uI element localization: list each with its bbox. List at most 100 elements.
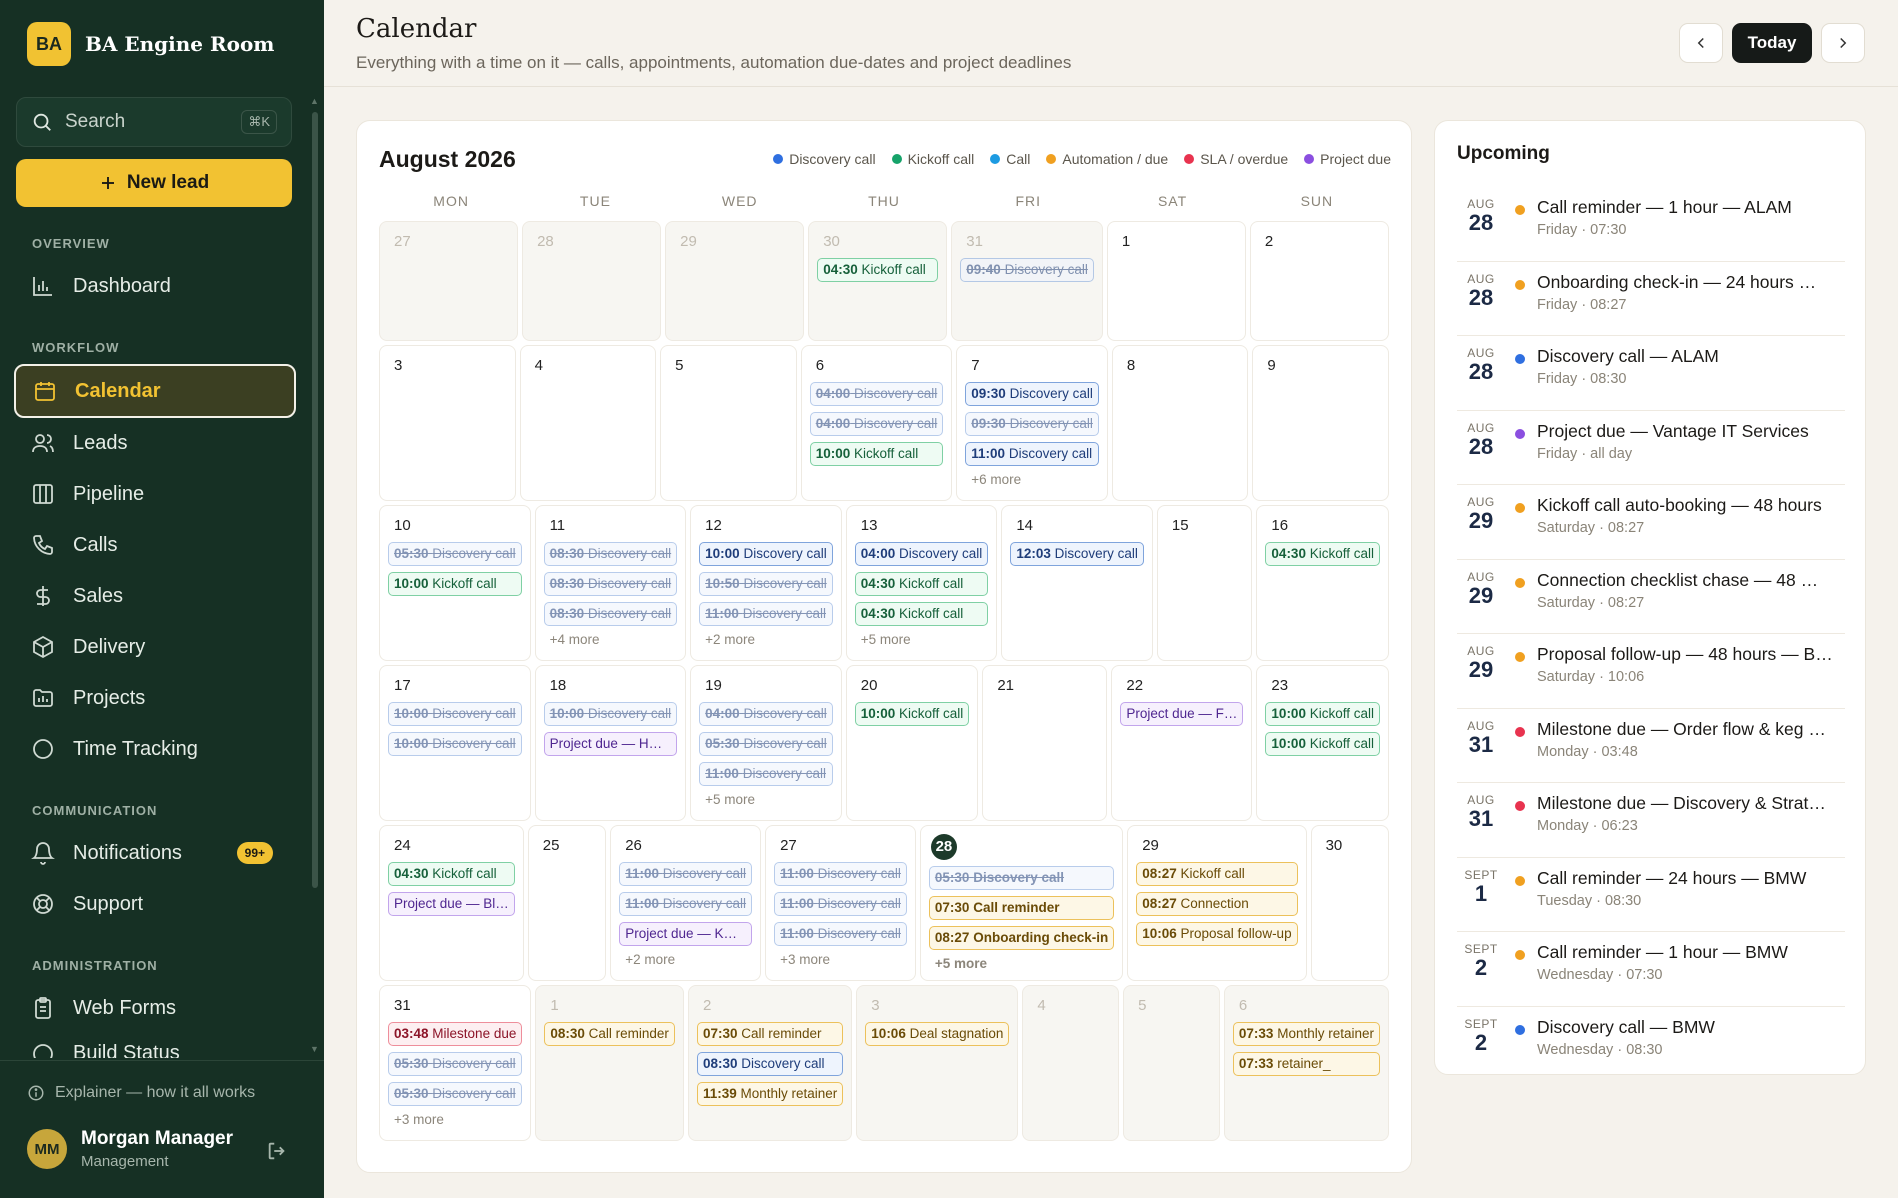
day-cell[interactable]: 16 04:30 Kickoff call [1256,505,1389,661]
scroll-up-arrow[interactable]: ▲ [310,96,319,106]
event-chip-auto[interactable]: 07:30 Call reminder [696,1022,844,1046]
upcoming-item[interactable]: AUG 31 Milestone due — Order flow & keg … [1457,709,1845,783]
event-chip-discovery[interactable]: 10:50 Discovery call [699,572,833,596]
upcoming-item[interactable]: AUG 28 Call reminder — 1 hour — ALAM Fri… [1457,187,1845,262]
event-chip-discovery[interactable]: 11:00 Discovery call [619,862,753,886]
event-chip-sla[interactable]: 03:48 Milestone due [388,1022,523,1046]
search-box[interactable]: ⌘K [16,97,292,147]
event-chip-discovery[interactable]: 05:30 Discovery call [388,1052,523,1076]
day-cell[interactable]: 5 [660,345,797,501]
event-chip-discovery[interactable]: 10:00 Discovery call [388,702,522,726]
new-lead-button[interactable]: New lead [16,159,292,207]
day-cell[interactable]: 27 [379,221,519,341]
event-chip-auto[interactable]: 08:27 Connection [1136,892,1298,916]
sidebar-item-web-forms[interactable]: Web Forms [14,983,296,1033]
event-chip-discovery[interactable]: 04:00 Discovery call [699,702,833,726]
today-button[interactable]: Today [1732,23,1812,63]
upcoming-item[interactable]: SEPT 2 Discovery call — BMW Wednesday · … [1457,1007,1845,1082]
event-chip-auto[interactable]: 10:06 Deal stagnation [865,1022,1010,1046]
scroll-down-arrow[interactable]: ▼ [310,1044,319,1054]
sidebar-item-projects[interactable]: Projects [14,673,296,723]
event-chip-discovery[interactable]: 05:30 Discovery call [388,1082,523,1106]
sidebar-item-calls[interactable]: Calls [14,520,296,570]
more-events-link[interactable]: +2 more [625,952,752,967]
event-chip-discovery[interactable]: 08:30 Discovery call [543,542,678,566]
event-chip-discovery[interactable]: 05:30 Discovery call [388,542,522,566]
event-chip-discovery[interactable]: 11:00 Discovery call [699,762,833,786]
day-cell[interactable]: 5 [1123,985,1220,1141]
event-chip-discovery[interactable]: 08:30 Discovery call [543,602,678,626]
upcoming-item[interactable]: AUG 29 Connection checklist chase — 48 …… [1457,560,1845,634]
sidebar-item-pipeline[interactable]: Pipeline [14,469,296,519]
day-cell[interactable]: 10 05:30 Discovery call 10:00 Kickoff call [379,505,531,661]
more-events-link[interactable]: +3 more [780,952,907,967]
upcoming-item[interactable]: AUG 31 Milestone due — Discovery & Strat… [1457,783,1845,858]
day-cell[interactable]: 22 Project due — F… [1111,665,1253,821]
search-input[interactable] [65,111,225,133]
day-cell[interactable]: 18 10:00 Discovery call Project due — H… [534,665,687,821]
more-events-link[interactable]: +3 more [394,1112,522,1127]
event-chip-auto[interactable]: 07:30 Call reminder [928,896,1115,920]
sidebar-item-support[interactable]: Support [14,879,296,929]
event-chip-kickoff[interactable]: 04:30 Kickoff call [854,572,989,596]
day-cell[interactable]: 1 08:30 Call reminder [535,985,684,1141]
event-chip-discovery[interactable]: 04:00 Discovery call [854,542,989,566]
upcoming-item[interactable]: AUG 28 Discovery call — ALAM Friday · 08… [1457,336,1845,411]
event-chip-auto[interactable]: 08:27 Kickoff call [1136,862,1298,886]
event-chip-kickoff[interactable]: 04:30 Kickoff call [854,602,989,626]
upcoming-item[interactable]: AUG 28 Onboarding check-in — 24 hours … … [1457,262,1845,336]
day-cell[interactable]: 31 03:48 Milestone due 05:30 Discovery cal… [379,985,532,1141]
upcoming-item[interactable]: AUG 29 Proposal follow-up — 48 hours — B… [1457,634,1845,709]
event-chip-kickoff[interactable]: 04:30 Kickoff call [1265,542,1380,566]
sidebar-item-notifications[interactable]: Notifications 99+ [14,828,296,878]
event-chip-kickoff[interactable]: 10:00 Kickoff call [809,442,944,466]
event-chip-discovery[interactable]: 04:00 Discovery call [809,412,944,436]
sidebar-item-calendar[interactable]: Calendar [14,364,296,418]
day-cell[interactable]: 4 [1022,985,1120,1141]
day-cell[interactable]: 15 [1156,505,1253,661]
more-events-link[interactable]: +5 more [861,632,989,647]
event-chip-discovery[interactable]: 08:30 Discovery call [696,1052,844,1076]
event-chip-kickoff[interactable]: 04:30 Kickoff call [388,862,515,886]
sidebar-item-time-tracking[interactable]: Time Tracking [14,724,296,774]
day-cell[interactable]: 30 [1310,825,1389,981]
event-chip-project[interactable]: Project due — F… [1120,702,1244,726]
day-cell[interactable]: 3 10:06 Deal stagnation [856,985,1019,1141]
day-cell[interactable]: 28 [522,221,662,341]
sidebar-item-dashboard[interactable]: Dashboard [14,261,296,311]
event-chip-discovery[interactable]: 04:00 Discovery call [809,382,944,406]
day-cell[interactable]: 6 07:33 Monthly retainer 07:33 retainer_ [1223,985,1389,1141]
upcoming-item[interactable]: SEPT 2 Call reminder — 1 hour — BMW Wedn… [1457,932,1845,1007]
event-chip-discovery[interactable]: 09:30 Discovery call [965,412,1099,436]
day-cell[interactable]: 29 [665,221,805,341]
event-chip-discovery[interactable]: 11:00 Discovery call [965,442,1099,466]
event-chip-auto[interactable]: 08:27 Onboarding check-in [928,926,1115,950]
logout-icon[interactable] [266,1140,288,1162]
more-events-link[interactable]: +5 more [935,956,1114,971]
event-chip-discovery[interactable]: 11:00 Discovery call [619,892,753,916]
event-chip-discovery[interactable]: 10:00 Discovery call [699,542,833,566]
day-cell[interactable]: 9 [1252,345,1389,501]
event-chip-kickoff[interactable]: 04:30 Kickoff call [817,258,939,282]
event-chip-discovery[interactable]: 10:00 Discovery call [388,732,522,756]
event-chip-kickoff[interactable]: 10:00 Kickoff call [1265,702,1380,726]
event-chip-discovery[interactable]: 11:00 Discovery call [699,602,833,626]
sidebar-item-sales[interactable]: Sales [14,571,296,621]
day-cell[interactable]: 20 10:00 Kickoff call [845,665,979,821]
brand[interactable]: BA BA Engine Room [27,22,274,66]
day-cell[interactable]: 14 12:03 Discovery call [1001,505,1153,661]
day-cell[interactable]: 2 07:30 Call reminder 08:30 Discovery call… [687,985,853,1141]
event-chip-auto[interactable]: 10:06 Proposal follow-up [1136,922,1298,946]
event-chip-project[interactable]: Project due — H… [543,732,678,756]
day-cell[interactable]: 21 [982,665,1108,821]
sidebar-item-leads[interactable]: Leads [14,418,296,468]
event-chip-discovery[interactable]: 09:40 Discovery call [960,258,1094,282]
event-chip-discovery[interactable]: 05:30 Discovery call [928,866,1115,890]
day-cell[interactable]: 4 [519,345,657,501]
event-chip-auto[interactable]: 07:33 Monthly retainer [1232,1022,1380,1046]
day-cell[interactable]: 17 10:00 Discovery call 10:00 Discovery ca… [379,665,531,821]
event-chip-discovery[interactable]: 08:30 Discovery call [543,572,678,596]
upcoming-item[interactable]: SEPT 1 Call reminder — 24 hours — BMW Tu… [1457,858,1845,932]
event-chip-discovery[interactable]: 05:30 Discovery call [699,732,833,756]
day-cell[interactable]: 13 04:00 Discovery call 04:30 Kickoff call… [845,505,998,661]
